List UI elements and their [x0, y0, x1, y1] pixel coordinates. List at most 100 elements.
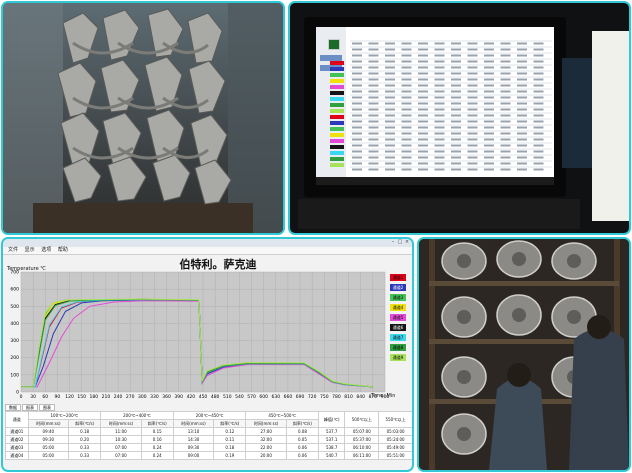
table-cell: 0.12: [213, 427, 247, 436]
table-subheader: 斜率(℃/s): [140, 419, 174, 428]
table-cell: 05:24:00: [378, 435, 412, 444]
table-row: 通道04 05:00 0.33 07:00 0.24 09:00 0.19 20:00 0.06…: [5, 451, 412, 460]
legend-label: 通道6: [390, 324, 406, 331]
y-tick-label: 400: [10, 321, 19, 327]
legend-label: 通道2: [390, 284, 406, 291]
table-cell: 05:51:00: [378, 451, 412, 460]
table-subheader: 时间(mm:ss): [27, 419, 70, 428]
table-cell: 05:37:00: [344, 435, 380, 444]
table-header-row: 通道 100℃~200℃ 200℃~400℃ 200℃~450℃ 450℃~50…: [5, 411, 412, 428]
table-cell: 0.08: [285, 427, 319, 436]
table-cell: 09:30: [172, 443, 215, 452]
legend-label: 通道8: [390, 344, 406, 351]
table-cell: 0.18: [68, 427, 102, 436]
table-cell: 05:03:00: [378, 427, 412, 436]
table-subheader: 斜率(℃/s): [285, 419, 319, 428]
table-cell: 32:00: [245, 435, 287, 444]
legend-item-7: 通道7: [390, 333, 412, 342]
table-cell: 0.24: [140, 443, 174, 452]
table-header: 通道: [5, 411, 29, 428]
table-cell: 09:30: [27, 435, 70, 444]
wheel-rack-photo: [417, 237, 631, 472]
x-tick-label: 840: [356, 394, 365, 400]
legend-item-6: 通道6: [390, 323, 412, 332]
y-tick-label: 200: [10, 355, 19, 361]
x-tick-label: 810: [344, 394, 353, 400]
wheel-rack-illustration: [419, 239, 629, 470]
x-tick-label: 270: [126, 394, 135, 400]
legend-label: 通道9: [390, 354, 406, 361]
x-tick-label: 330: [150, 394, 159, 400]
table-header: 200℃~450℃: [172, 411, 247, 420]
table-cell: 0.19: [213, 451, 247, 460]
table-cell: 通道03: [5, 443, 29, 452]
table-cell: 540.7: [317, 451, 346, 460]
legend-item-4: 通道4: [390, 303, 412, 312]
y-tick-label: 600: [10, 287, 19, 293]
table-cell: 05:49:00: [378, 443, 412, 452]
table-cell: 0.20: [68, 435, 102, 444]
table-cell: 0.06: [285, 451, 319, 460]
x-tick-label: 120: [65, 394, 74, 400]
x-tick-label: 390: [174, 394, 183, 400]
table-cell: 0.11: [213, 435, 247, 444]
legend-item-5: 通道5: [390, 313, 412, 322]
table-cell: 05:00: [27, 443, 70, 452]
table-header: 450℃~500℃: [245, 411, 319, 420]
table-cell: 0.24: [140, 451, 174, 460]
table-cell: 0.33: [68, 443, 102, 452]
table-cell: 537.1: [317, 435, 346, 444]
table-cell: 07:00: [100, 451, 142, 460]
x-tick-label: 660: [284, 394, 293, 400]
x-tick-label: 30: [30, 394, 36, 400]
table-cell: 0.33: [68, 451, 102, 460]
y-tick-label: 100: [10, 372, 19, 378]
x-tick-label: 720: [308, 394, 317, 400]
x-tick-label: 780: [332, 394, 341, 400]
table-cell: 0.05: [285, 435, 319, 444]
table-cell: 13:10: [172, 427, 215, 436]
data-tabs: 数据 报表 图表: [5, 404, 56, 411]
tab-data[interactable]: 数据: [5, 404, 21, 411]
table-header: 500℃以上: [344, 411, 380, 428]
legend-label: 通道1: [390, 274, 406, 281]
table-cell: 0.18: [213, 443, 247, 452]
chart-legend: 通道1 通道2 通道3 通道4 通道5 通道6 通道7 通道8 通道9: [390, 273, 412, 363]
y-tick-label: 500: [10, 304, 19, 310]
legend-item-3: 通道3: [390, 293, 412, 302]
table-header: 峰值(℃): [317, 411, 346, 428]
table-cell: 0.15: [140, 427, 174, 436]
x-tick-label: 480: [211, 394, 220, 400]
table-row: 通道03 05:00 0.33 07:00 0.24 09:30 0.18 22:00 0.06…: [5, 443, 412, 452]
table-cell: 0.16: [140, 435, 174, 444]
table-cell: 11:00: [100, 427, 142, 436]
table-cell: 09:00: [172, 451, 215, 460]
table-cell: 20:00: [245, 451, 287, 460]
table-cell: 通道02: [5, 435, 29, 444]
legend-item-1: 通道1: [390, 273, 412, 282]
x-tick-label: 420: [187, 394, 196, 400]
castings-illustration: [3, 3, 283, 233]
tab-chart[interactable]: 图表: [39, 404, 55, 411]
legend-item-8: 通道8: [390, 343, 412, 352]
y-tick-label: 300: [10, 338, 19, 344]
table-row: 通道01 09:40 0.18 11:00 0.15 13:10 0.12 27:00 0.08…: [5, 427, 412, 436]
table-header: 200℃~400℃: [100, 411, 174, 420]
x-tick-label: 570: [247, 394, 256, 400]
table-subheader: 斜率(℃/s): [68, 419, 102, 428]
table-cell: 通道04: [5, 451, 29, 460]
table-cell: 537.7: [317, 427, 346, 436]
castings-photo: [1, 1, 285, 235]
tab-report[interactable]: 报表: [22, 404, 38, 411]
x-tick-label: 510: [223, 394, 232, 400]
table-cell: 22:00: [245, 443, 287, 452]
table-cell: 10:30: [100, 435, 142, 444]
x-tick-label: 360: [162, 394, 171, 400]
x-tick-label: 0: [20, 394, 23, 400]
table-subheader: 时间(mm:ss): [172, 419, 215, 428]
legend-item-2: 通道2: [390, 283, 412, 292]
legend-label: 通道7: [390, 334, 406, 341]
x-tick-label: 450: [199, 394, 208, 400]
x-tick-label: 600: [259, 394, 268, 400]
table-cell: 06:11:00: [344, 451, 380, 460]
